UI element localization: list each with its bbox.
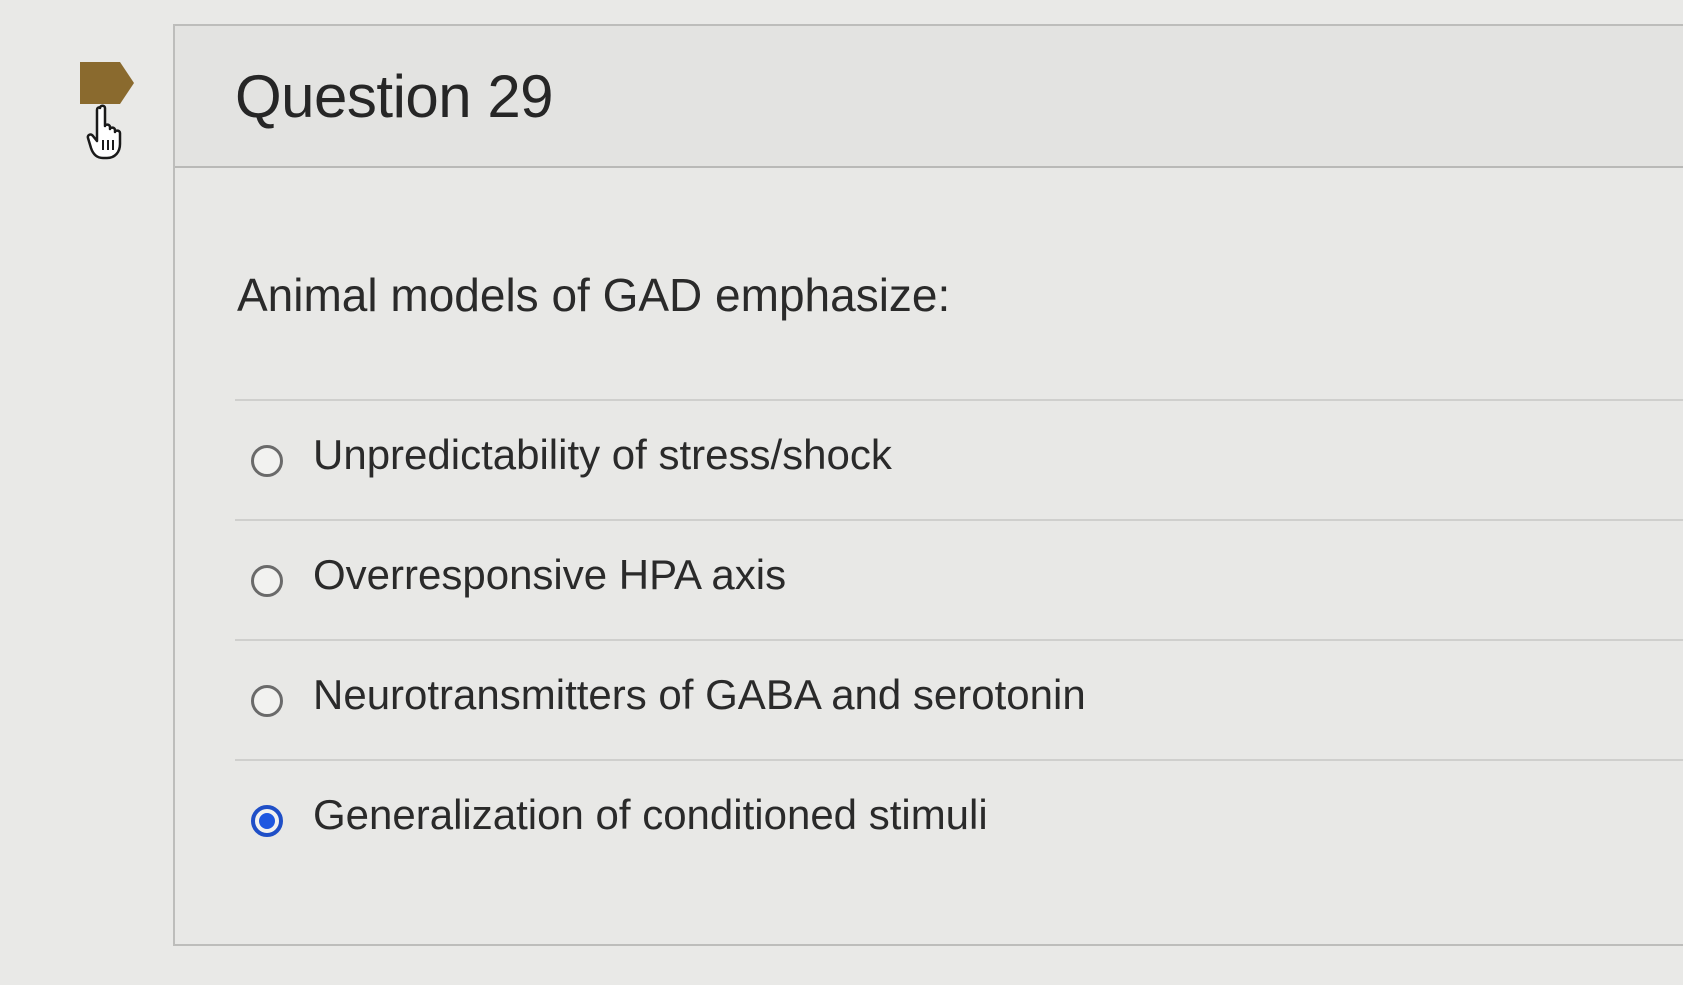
answer-option-1[interactable]: Unpredictability of stress/shock [235, 399, 1683, 519]
question-header: Question 29 [175, 26, 1683, 168]
question-card: Question 29 Animal models of GAD emphasi… [173, 24, 1683, 946]
question-prompt: Animal models of GAD emphasize: [237, 269, 951, 321]
answer-label[interactable]: Overresponsive HPA axis [313, 551, 786, 599]
radio-button-selected[interactable] [251, 805, 283, 837]
question-title: Question 29 [235, 63, 554, 130]
radio-button[interactable] [251, 445, 283, 477]
radio-button[interactable] [251, 685, 283, 717]
answer-list: Unpredictability of stress/shock Overres… [235, 399, 1683, 879]
answer-option-2[interactable]: Overresponsive HPA axis [235, 519, 1683, 639]
answer-label[interactable]: Neurotransmitters of GABA and serotonin [313, 671, 1086, 719]
answer-option-4[interactable]: Generalization of conditioned stimuli [235, 759, 1683, 879]
radio-button[interactable] [251, 565, 283, 597]
answer-label[interactable]: Unpredictability of stress/shock [313, 431, 892, 479]
answer-label[interactable]: Generalization of conditioned stimuli [313, 791, 988, 839]
hand-pointer-icon [86, 104, 122, 160]
answer-option-3[interactable]: Neurotransmitters of GABA and serotonin [235, 639, 1683, 759]
flag-question-icon[interactable] [78, 60, 136, 106]
